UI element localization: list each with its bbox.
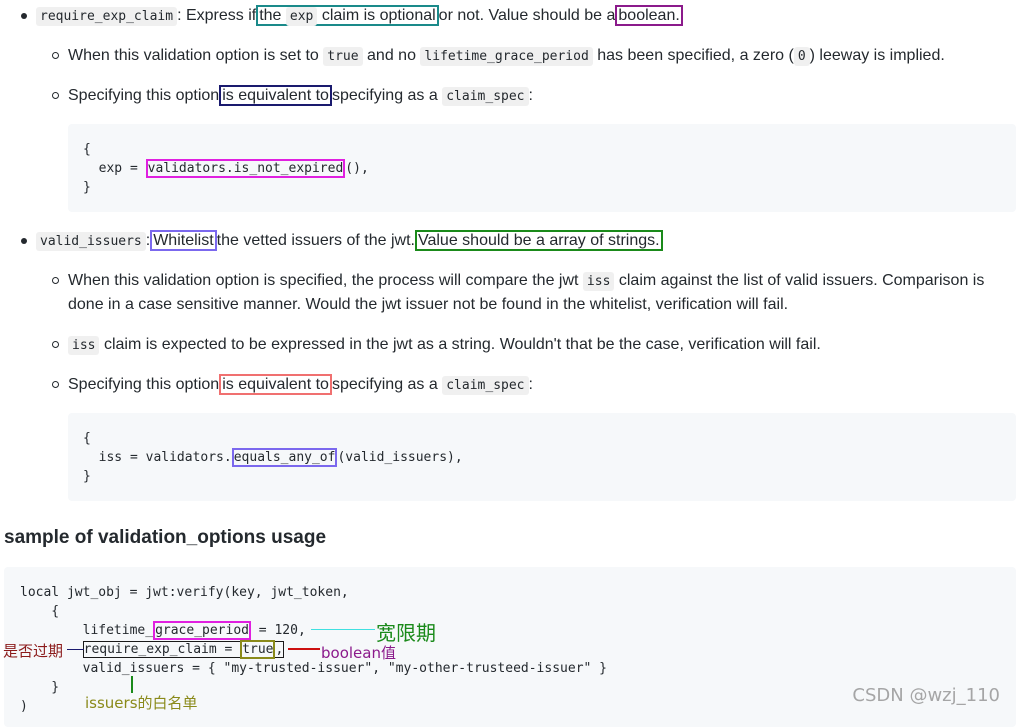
annotation-box-olive: true — [240, 640, 276, 659]
item1-sub2: Specifying this option is equivalent to sp… — [68, 85, 533, 106]
item-require-exp-claim: require_exp_claim: Express if the exp cla… — [36, 4, 683, 29]
inline-code: true — [323, 47, 363, 66]
annotation-issuers-baimingdan: issuers的白名单 — [85, 694, 198, 712]
annotation-box-navy: is equivalent to — [219, 85, 332, 106]
annotation-shifouguoqi: 是否过期 — [3, 642, 64, 660]
item2-sub3: Specifying this option is equivalent to sp… — [68, 374, 533, 395]
sub-bullet — [52, 52, 59, 59]
item2-sub1: When this validation option is specified… — [68, 272, 985, 291]
inline-code: 0 — [793, 47, 810, 66]
sub-bullet — [52, 341, 59, 348]
annotation-box-magenta: grace_period — [153, 621, 251, 640]
item2-sub1-line2: done in a case sensitive manner. Would t… — [68, 296, 789, 313]
annotation-box-purple: boolean. — [615, 5, 683, 26]
inline-code: require_exp_claim — [36, 7, 178, 26]
code-block-iss: { iss = validators. equals_any_of (valid_i… — [68, 413, 1016, 501]
item2-sub2: iss claim is expected to be expressed in… — [68, 333, 821, 358]
annotation-line-green — [131, 676, 133, 693]
annotation-box-magenta: validators.is_not_expired — [145, 159, 346, 178]
annotation-line-cyan — [311, 629, 375, 630]
bullet — [21, 238, 27, 244]
annotation-box-green: Value should be a array of strings. — [414, 230, 663, 251]
sub-bullet — [52, 277, 59, 284]
sub-bullet — [52, 92, 59, 99]
annotation-box-lavender: Whitelist — [150, 230, 217, 251]
inline-code: valid_issuers — [36, 232, 146, 251]
item-valid-issuers: valid_issuers: Whitelist the vetted issuer… — [36, 229, 663, 254]
inline-code: claim_spec — [442, 376, 529, 395]
inline-code: iss — [68, 336, 100, 355]
inline-code: exp — [285, 7, 318, 26]
inline-code: iss — [582, 272, 615, 291]
section-heading: sample of validation_options usage — [4, 527, 327, 548]
annotation-boolean-zhi: boolean值 — [321, 644, 396, 662]
watermark: CSDN @wzj_110 — [852, 685, 1000, 706]
sub-bullet — [52, 381, 59, 388]
inline-code: claim_spec — [442, 87, 529, 106]
annotation-box-salmon: is equivalent to — [219, 374, 332, 395]
code-block-exp: { exp = validators.is_not_expired (), } — [68, 124, 1016, 212]
inline-code: lifetime_grace_period — [420, 47, 593, 66]
annotation-box-teal: the exp claim is optional — [256, 5, 439, 26]
bullet — [21, 13, 27, 19]
annotation-line-navy — [67, 649, 84, 650]
annotation-box-lavender: equals_any_of — [231, 448, 338, 467]
item1-sub1: When this validation option is set to tr… — [68, 47, 945, 66]
annotation-line-red — [288, 648, 320, 650]
annotation-box-black: require_exp_claim = true, — [82, 640, 285, 659]
